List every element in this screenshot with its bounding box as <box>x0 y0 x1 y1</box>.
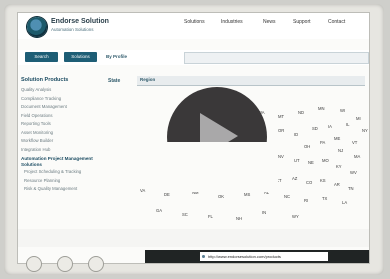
map-state-label[interactable]: PA <box>320 140 325 145</box>
map-state-label[interactable]: UT <box>294 158 300 163</box>
hardware-home-button[interactable] <box>57 256 73 272</box>
address-pin-icon <box>202 255 205 258</box>
map-state-label[interactable]: MI <box>356 116 361 121</box>
map-state-label[interactable]: IL <box>346 122 350 127</box>
map-state-label[interactable]: AR <box>334 182 340 187</box>
map-state-label[interactable]: ID <box>294 132 298 137</box>
nav-link-support[interactable]: Support <box>293 19 311 25</box>
map-state-label[interactable]: MN <box>318 106 325 111</box>
map-state-label[interactable]: WI <box>340 108 345 113</box>
map-state-label[interactable]: NC <box>284 194 290 199</box>
sidebar-item[interactable]: Field Operations <box>21 112 103 121</box>
sidebar-item[interactable]: Asset Monitoring <box>21 129 103 138</box>
map-state-label[interactable]: WV <box>350 170 357 175</box>
sidebar-item[interactable]: Quality Analysis <box>21 86 103 95</box>
sidebar-item[interactable]: Document Management <box>21 103 103 112</box>
sidebar-item[interactable]: Integration Hub <box>21 146 103 155</box>
map-state-label[interactable]: IN <box>262 210 266 215</box>
map-state-label[interactable]: MA <box>354 154 360 159</box>
sidebar: Solution Products Quality Analysis Compl… <box>21 77 103 194</box>
map-state-label[interactable]: ND <box>298 110 304 115</box>
map-state-label[interactable]: VA <box>140 188 145 193</box>
search-input[interactable] <box>184 52 369 64</box>
company-logo[interactable] <box>27 17 47 37</box>
map-state-label[interactable]: IA <box>328 124 332 129</box>
main-content: State Region WA MT ND MN WI MI NY VT ME OR ID SD IA I… <box>108 76 368 246</box>
map-state-label[interactable]: TX <box>322 196 327 201</box>
sidebar-item[interactable]: Workflow Builder <box>21 137 103 146</box>
sidebar-title: Solution Products <box>21 77 69 83</box>
map-state-label[interactable]: TN <box>348 186 354 191</box>
map-state-label[interactable]: KY <box>336 164 342 169</box>
map-state-label[interactable]: MS <box>244 192 250 197</box>
map-state-label[interactable]: RI <box>304 198 308 203</box>
nav-link-industries[interactable]: Industries <box>221 19 243 25</box>
map-state-label[interactable]: ME <box>334 136 340 141</box>
sidebar-subitem[interactable]: Project Scheduling & Tracking <box>21 168 103 177</box>
map-state-label[interactable]: OR <box>278 128 284 133</box>
tab-bar: Search Solutions By Profile <box>18 50 369 65</box>
map-overlay <box>158 142 278 192</box>
taskbar: http://www.endorsesolution.com/products <box>145 250 369 263</box>
nav-link-contact[interactable]: Contact <box>328 19 345 25</box>
map-state-label[interactable]: CO <box>306 180 312 185</box>
tab-solutions[interactable]: Solutions <box>64 52 97 62</box>
map-state-label[interactable]: MO <box>322 158 329 163</box>
map-state-label[interactable]: SC <box>182 212 188 217</box>
map-state-label[interactable]: FL <box>208 214 213 219</box>
map-state-label[interactable]: DE <box>164 192 170 197</box>
map-state-label[interactable]: OK <box>218 194 224 199</box>
map-state-label[interactable]: NY <box>362 128 368 133</box>
map-state-label[interactable]: WY <box>292 214 299 219</box>
nav-link-news[interactable]: News <box>263 19 276 25</box>
address-bar[interactable]: http://www.endorsesolution.com/products <box>200 252 328 261</box>
map-state-label[interactable]: LA <box>342 200 347 205</box>
map-state-label[interactable]: OH <box>304 144 310 149</box>
hardware-menu-button[interactable] <box>88 256 104 272</box>
map-state-label[interactable]: NH <box>236 216 242 221</box>
map-state-label[interactable]: MT <box>278 114 284 119</box>
sidebar-group-title: Automation Project Management Solutions <box>21 156 93 167</box>
map-state-label[interactable]: GA <box>156 208 162 213</box>
tab-by-profile[interactable]: By Profile <box>106 52 146 62</box>
brand-tagline: Automation Solutions <box>51 27 94 32</box>
map-state-label[interactable]: SD <box>312 126 318 131</box>
screen: Endorse Solution Automation Solutions So… <box>17 12 370 264</box>
map-state-label[interactable]: AZ <box>292 176 297 181</box>
map-state-label[interactable]: KS <box>320 178 326 183</box>
brand-name: Endorse Solution <box>51 18 109 25</box>
sidebar-item[interactable]: Compliance Tracking <box>21 95 103 104</box>
tab-search[interactable]: Search <box>25 52 58 62</box>
map-state-label[interactable]: VT <box>352 140 357 145</box>
nav-link-solutions[interactable]: Solutions <box>184 19 205 25</box>
site-header: Endorse Solution Automation Solutions So… <box>18 13 369 39</box>
region-filter-value: Region <box>140 77 156 82</box>
sidebar-subitem[interactable]: Resource Planning <box>21 177 103 186</box>
map-state-label[interactable]: NJ <box>338 148 343 153</box>
map-state-label[interactable]: NE <box>308 160 314 165</box>
address-text: http://www.endorsesolution.com/products <box>208 254 281 259</box>
sidebar-item[interactable]: Reporting Tools <box>21 120 103 129</box>
page-footer <box>18 229 369 247</box>
region-filter[interactable]: Region <box>137 76 365 86</box>
hardware-back-button[interactable] <box>26 256 42 272</box>
sidebar-subitem[interactable]: Risk & Quality Management <box>21 185 103 194</box>
filter-label: State <box>108 78 121 84</box>
map-state-label[interactable]: NV <box>278 154 284 159</box>
